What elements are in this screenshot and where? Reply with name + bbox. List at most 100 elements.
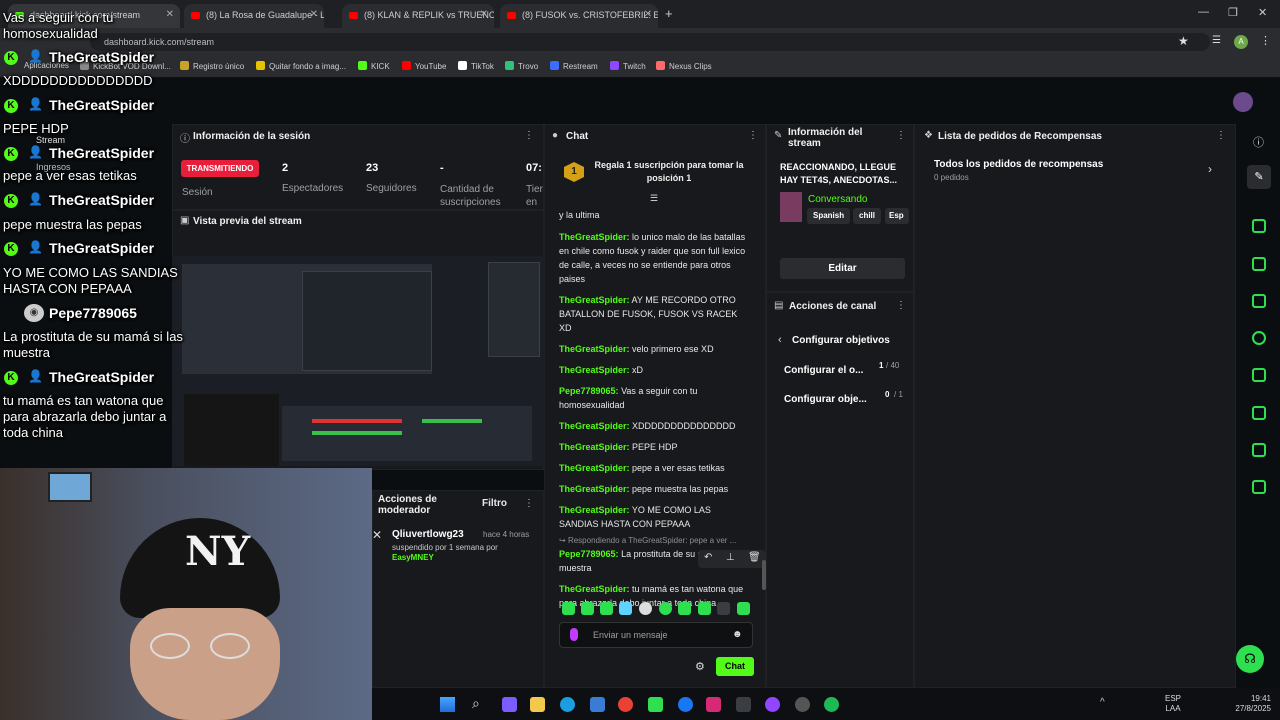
goal-item-label[interactable]: Configurar obje... (784, 394, 867, 405)
panel-menu-icon[interactable]: ⋮ (896, 130, 906, 141)
browser-tab[interactable]: (8) FUSOK vs. CRISTOFEBRIL: E ✕ (500, 4, 658, 28)
goal-item-label[interactable]: Configurar el o... (784, 365, 863, 376)
reply-icon[interactable]: ↶ (704, 552, 712, 563)
file-explorer-icon[interactable] (530, 697, 545, 712)
mod-log-moderator[interactable]: EasyMNEY (392, 553, 434, 562)
bookmark-item[interactable]: Restream (550, 61, 598, 71)
bookmark-item[interactable]: KICK (358, 61, 390, 71)
copilot-icon[interactable] (502, 697, 517, 712)
tray-chevron-icon[interactable]: ^ (1100, 697, 1105, 708)
panel-menu-icon[interactable]: ⋮ (1216, 130, 1226, 141)
broadcast-tool-icon[interactable] (1252, 368, 1266, 382)
emote-icon[interactable] (562, 602, 575, 615)
edge-icon[interactable] (560, 697, 575, 712)
rewards-list-item[interactable]: Todos los pedidos de recompensas (934, 159, 1103, 170)
windows-start-icon[interactable] (440, 697, 455, 712)
chrome-icon[interactable] (618, 697, 633, 712)
chat-message[interactable]: TheGreatSpider: velo primero ese XD (559, 342, 751, 356)
apps-tool-icon[interactable] (1252, 480, 1266, 494)
emote-icon[interactable] (600, 602, 613, 615)
facebook-icon[interactable] (678, 697, 693, 712)
chat-message[interactable]: TheGreatSpider: pepe a ver esas tetikas (559, 461, 751, 475)
chat-send-button[interactable]: Chat (716, 657, 754, 676)
stream-preview-video[interactable] (172, 256, 544, 466)
emote-icon[interactable] (639, 602, 652, 615)
bookmark-item[interactable]: Nexus Clips (656, 61, 712, 71)
maximize-window-button[interactable]: ❐ (1228, 6, 1238, 19)
chat-message[interactable]: TheGreatSpider: XDDDDDDDDDDDDDDD (559, 419, 751, 433)
delete-icon[interactable]: 🗑 (748, 552, 761, 563)
extensions-icon[interactable]: ☰ (1212, 35, 1221, 46)
lightning-tool-icon[interactable] (1252, 257, 1266, 271)
user-avatar[interactable] (1233, 92, 1253, 112)
emote-icon[interactable] (678, 602, 691, 615)
bookmark-star-icon[interactable]: ★ (1178, 34, 1189, 48)
app-icon[interactable] (648, 697, 663, 712)
chat-message[interactable]: TheGreatSpider: lo unico malo de las bat… (559, 230, 751, 286)
close-tab-icon[interactable]: ✕ (310, 9, 318, 20)
chat-message[interactable]: Pepe7789065: Vas a seguir con tu homosex… (559, 384, 751, 412)
chat-message[interactable]: TheGreatSpider: PEPE HDP (559, 440, 751, 454)
panel-menu-icon[interactable]: ⋮ (524, 498, 534, 509)
info-icon[interactable]: ⓘ (1253, 134, 1264, 150)
edit-button[interactable]: Editar (780, 258, 905, 279)
bookmark-item[interactable]: Quitar fondo a imag... (256, 61, 346, 71)
collapse-pinned-icon[interactable]: ☰ (650, 193, 658, 204)
goals-back-link[interactable]: Configurar objetivos (792, 335, 890, 346)
panel-menu-icon[interactable]: ⋮ (748, 130, 758, 141)
app-icon[interactable] (765, 697, 780, 712)
close-window-button[interactable]: ✕ (1258, 6, 1267, 19)
filter-button[interactable]: Filtro (482, 498, 507, 509)
clipboard-tool-icon[interactable] (1252, 294, 1266, 308)
close-tab-icon[interactable]: ✕ (480, 9, 488, 20)
minimize-window-button[interactable]: — (1198, 6, 1209, 18)
emote-icon[interactable] (737, 602, 750, 615)
chat-message[interactable]: TheGreatSpider: pepe muestra las pepas (559, 482, 751, 496)
language-indicator[interactable]: ESP LAA (1165, 694, 1181, 714)
bookmark-item[interactable]: Twitch (610, 61, 646, 71)
chat-tool-icon[interactable] (1252, 331, 1266, 345)
emoji-icon[interactable]: ☻ (732, 629, 743, 640)
browser-tab[interactable]: (8) La Rosa de Guadalupe - LA ✕ (184, 4, 324, 28)
browser-menu-icon[interactable]: ⋮ (1260, 34, 1271, 47)
chat-message[interactable]: TheGreatSpider: xD (559, 363, 751, 377)
url-field[interactable]: dashboard.kick.com/stream (90, 33, 1210, 51)
emote-icon[interactable] (698, 602, 711, 615)
instagram-icon[interactable] (706, 697, 721, 712)
panel-menu-icon[interactable]: ⋮ (524, 130, 534, 141)
new-tab-button[interactable]: + (665, 6, 673, 21)
spotify-icon[interactable] (824, 697, 839, 712)
chat-message[interactable]: TheGreatSpider: YO ME COMO LAS SANDIAS H… (559, 503, 751, 531)
app-icon[interactable] (736, 697, 751, 712)
bookmark-item[interactable]: Trovo (505, 61, 538, 71)
bookmark-item[interactable]: Registro único (180, 61, 244, 71)
wrench-tool-icon[interactable] (1252, 443, 1266, 457)
chat-message[interactable]: TheGreatSpider: AY ME RECORDO OTRO BATAL… (559, 293, 751, 335)
close-tab-icon[interactable]: ✕ (644, 9, 652, 20)
emote-icon[interactable] (717, 602, 730, 615)
edit-layout-icon[interactable]: ✎ (1247, 165, 1271, 189)
back-arrow-icon[interactable]: ‹ (778, 334, 782, 346)
obs-icon[interactable] (795, 697, 810, 712)
category-name[interactable]: Conversando (808, 194, 867, 205)
bookmark-item[interactable]: TikTok (458, 61, 494, 71)
chat-settings-icon[interactable]: ⚙ (695, 660, 705, 673)
layers-tool-icon[interactable] (1252, 406, 1266, 420)
profile-avatar[interactable]: A (1234, 35, 1248, 49)
close-tab-icon[interactable]: ✕ (166, 9, 174, 20)
clock[interactable]: 19:41 27/8/2025 (1225, 694, 1271, 714)
bookmark-item[interactable]: YouTube (402, 61, 446, 71)
camera-tool-icon[interactable] (1252, 219, 1266, 233)
chevron-right-icon[interactable]: › (1208, 162, 1212, 176)
emote-icon[interactable] (619, 602, 632, 615)
pinned-gift-banner[interactable]: Regala 1 suscripción para tomar la posic… (594, 159, 744, 185)
store-icon[interactable] (590, 697, 605, 712)
emote-icon[interactable] (581, 602, 594, 615)
mod-log-user[interactable]: Qliuvertlowg23 (392, 529, 464, 540)
help-button[interactable]: ☊ (1236, 645, 1264, 673)
emote-icon[interactable] (659, 602, 672, 615)
search-icon[interactable]: ⌕ (472, 695, 480, 712)
panel-menu-icon[interactable]: ⋮ (896, 300, 906, 311)
pin-icon[interactable]: ⊥ (726, 552, 735, 563)
browser-tab[interactable]: (8) KLAN & REPLIK vs TRUENO ✕ (342, 4, 494, 28)
